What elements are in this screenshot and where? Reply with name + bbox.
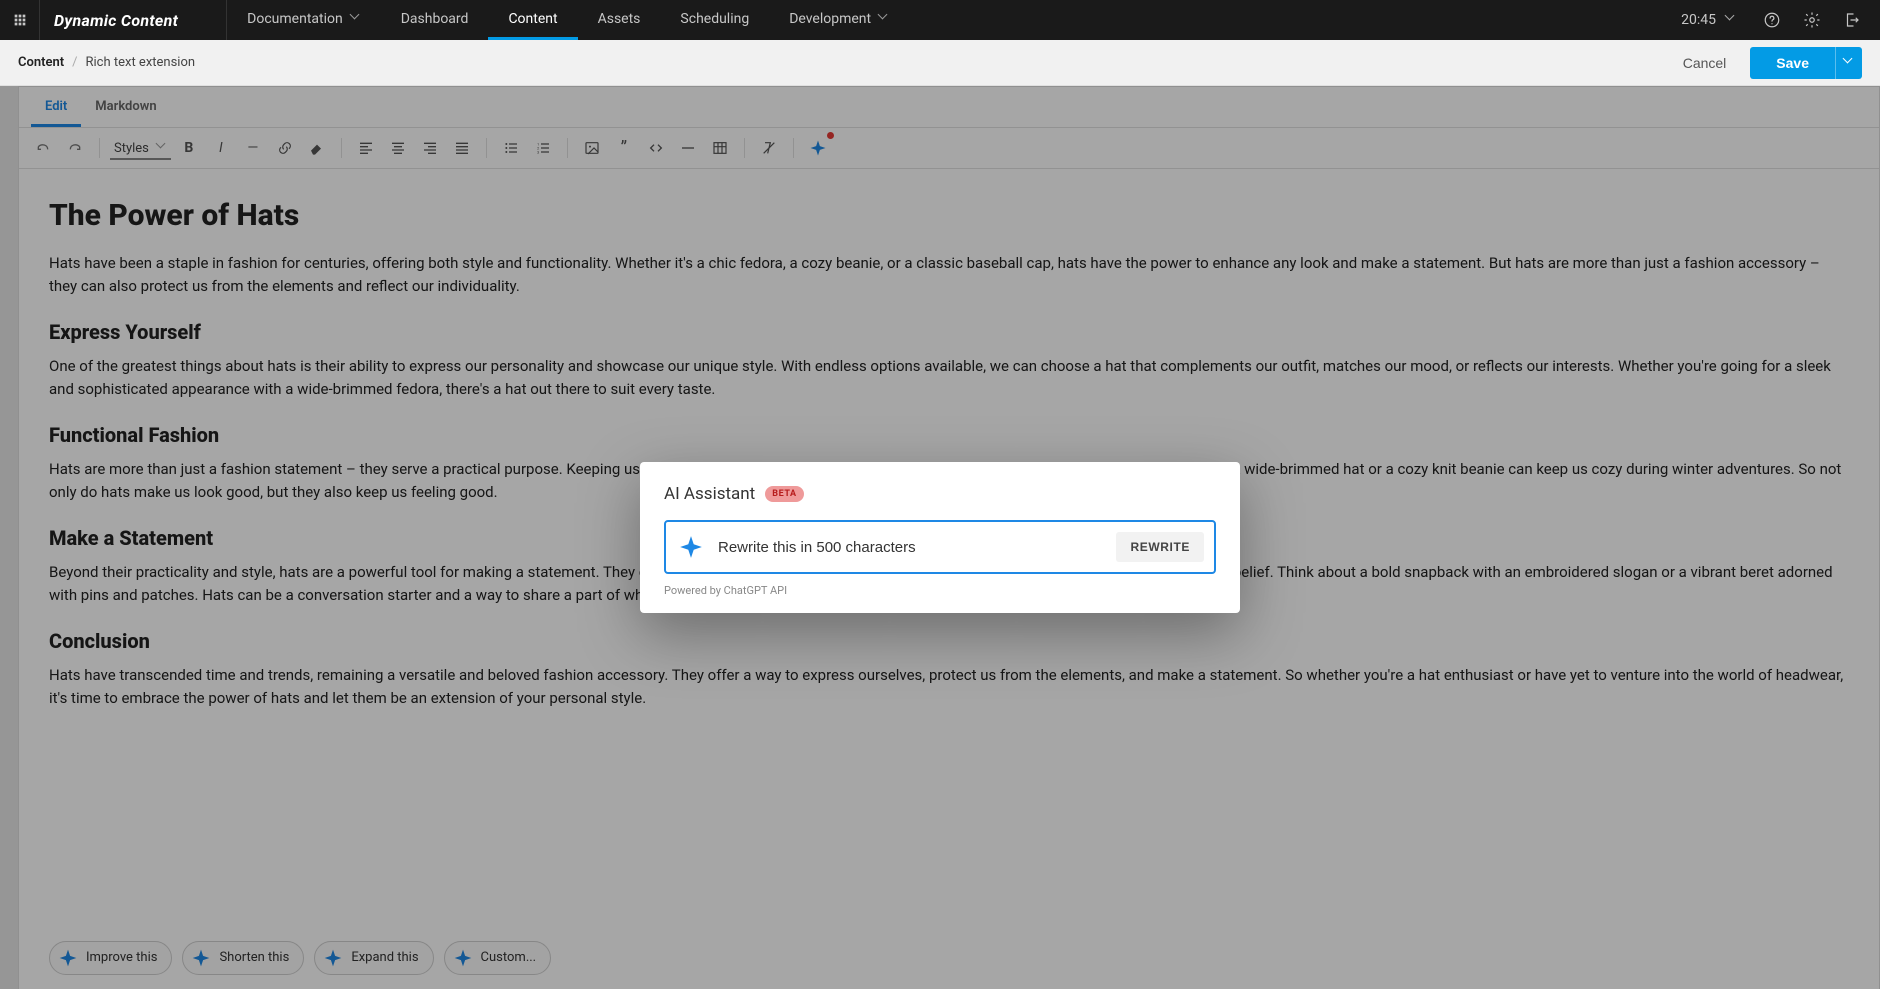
nav-label: Content [508, 11, 557, 27]
primary-nav: Documentation Dashboard Content Assets S… [227, 0, 909, 40]
settings-button[interactable] [1792, 11, 1832, 29]
clock-time: 20:45 [1681, 12, 1716, 28]
breadcrumb-root[interactable]: Content [18, 55, 64, 70]
modal-overlay[interactable]: AI Assistant BETA REWRITE Powered by Cha… [0, 86, 1880, 989]
nav-documentation[interactable]: Documentation [227, 0, 381, 40]
help-icon [1763, 11, 1781, 29]
chevron-down-icon [1844, 58, 1854, 68]
breadcrumb-leaf: Rich text extension [85, 55, 195, 70]
nav-development[interactable]: Development [769, 0, 909, 40]
brand-logo: Dynamic Content [40, 0, 227, 40]
nav-assets[interactable]: Assets [578, 0, 661, 40]
powered-by-label: Powered by ChatGPT API [664, 584, 1216, 597]
beta-badge: BETA [765, 486, 803, 502]
nav-content[interactable]: Content [488, 0, 577, 40]
rewrite-button[interactable]: REWRITE [1116, 532, 1204, 562]
clock-dropdown[interactable]: 20:45 [1665, 12, 1752, 28]
nav-right: 20:45 [1665, 0, 1880, 40]
chevron-down-icon [879, 14, 889, 24]
prompt-input[interactable] [716, 538, 1104, 557]
nav-label: Dashboard [401, 11, 469, 27]
chevron-down-icon [351, 14, 361, 24]
save-more-button[interactable] [1835, 47, 1862, 79]
help-button[interactable] [1752, 11, 1792, 29]
chevron-down-icon [1726, 15, 1736, 25]
logout-button[interactable] [1832, 11, 1872, 29]
breadcrumb-separator: / [72, 55, 77, 70]
sub-header: Content / Rich text extension Cancel Sav… [0, 40, 1880, 86]
nav-label: Development [789, 11, 871, 27]
sparkle-icon [678, 534, 704, 560]
modal-title: AI Assistant [664, 484, 755, 504]
nav-label: Scheduling [680, 11, 749, 27]
breadcrumb: Content / Rich text extension [18, 55, 195, 70]
cancel-button[interactable]: Cancel [1669, 47, 1741, 79]
logout-icon [1843, 11, 1861, 29]
nav-label: Documentation [247, 11, 343, 27]
nav-scheduling[interactable]: Scheduling [660, 0, 769, 40]
nav-label: Assets [598, 11, 641, 27]
ai-assistant-modal: AI Assistant BETA REWRITE Powered by Cha… [640, 462, 1240, 613]
gear-icon [1803, 11, 1821, 29]
prompt-box: REWRITE [664, 520, 1216, 574]
apps-menu-button[interactable] [0, 0, 40, 40]
save-button[interactable]: Save [1750, 47, 1835, 79]
nav-dashboard[interactable]: Dashboard [381, 0, 489, 40]
save-button-group: Save [1750, 47, 1862, 79]
apps-grid-icon [12, 12, 28, 28]
top-nav: Dynamic Content Documentation Dashboard … [0, 0, 1880, 40]
